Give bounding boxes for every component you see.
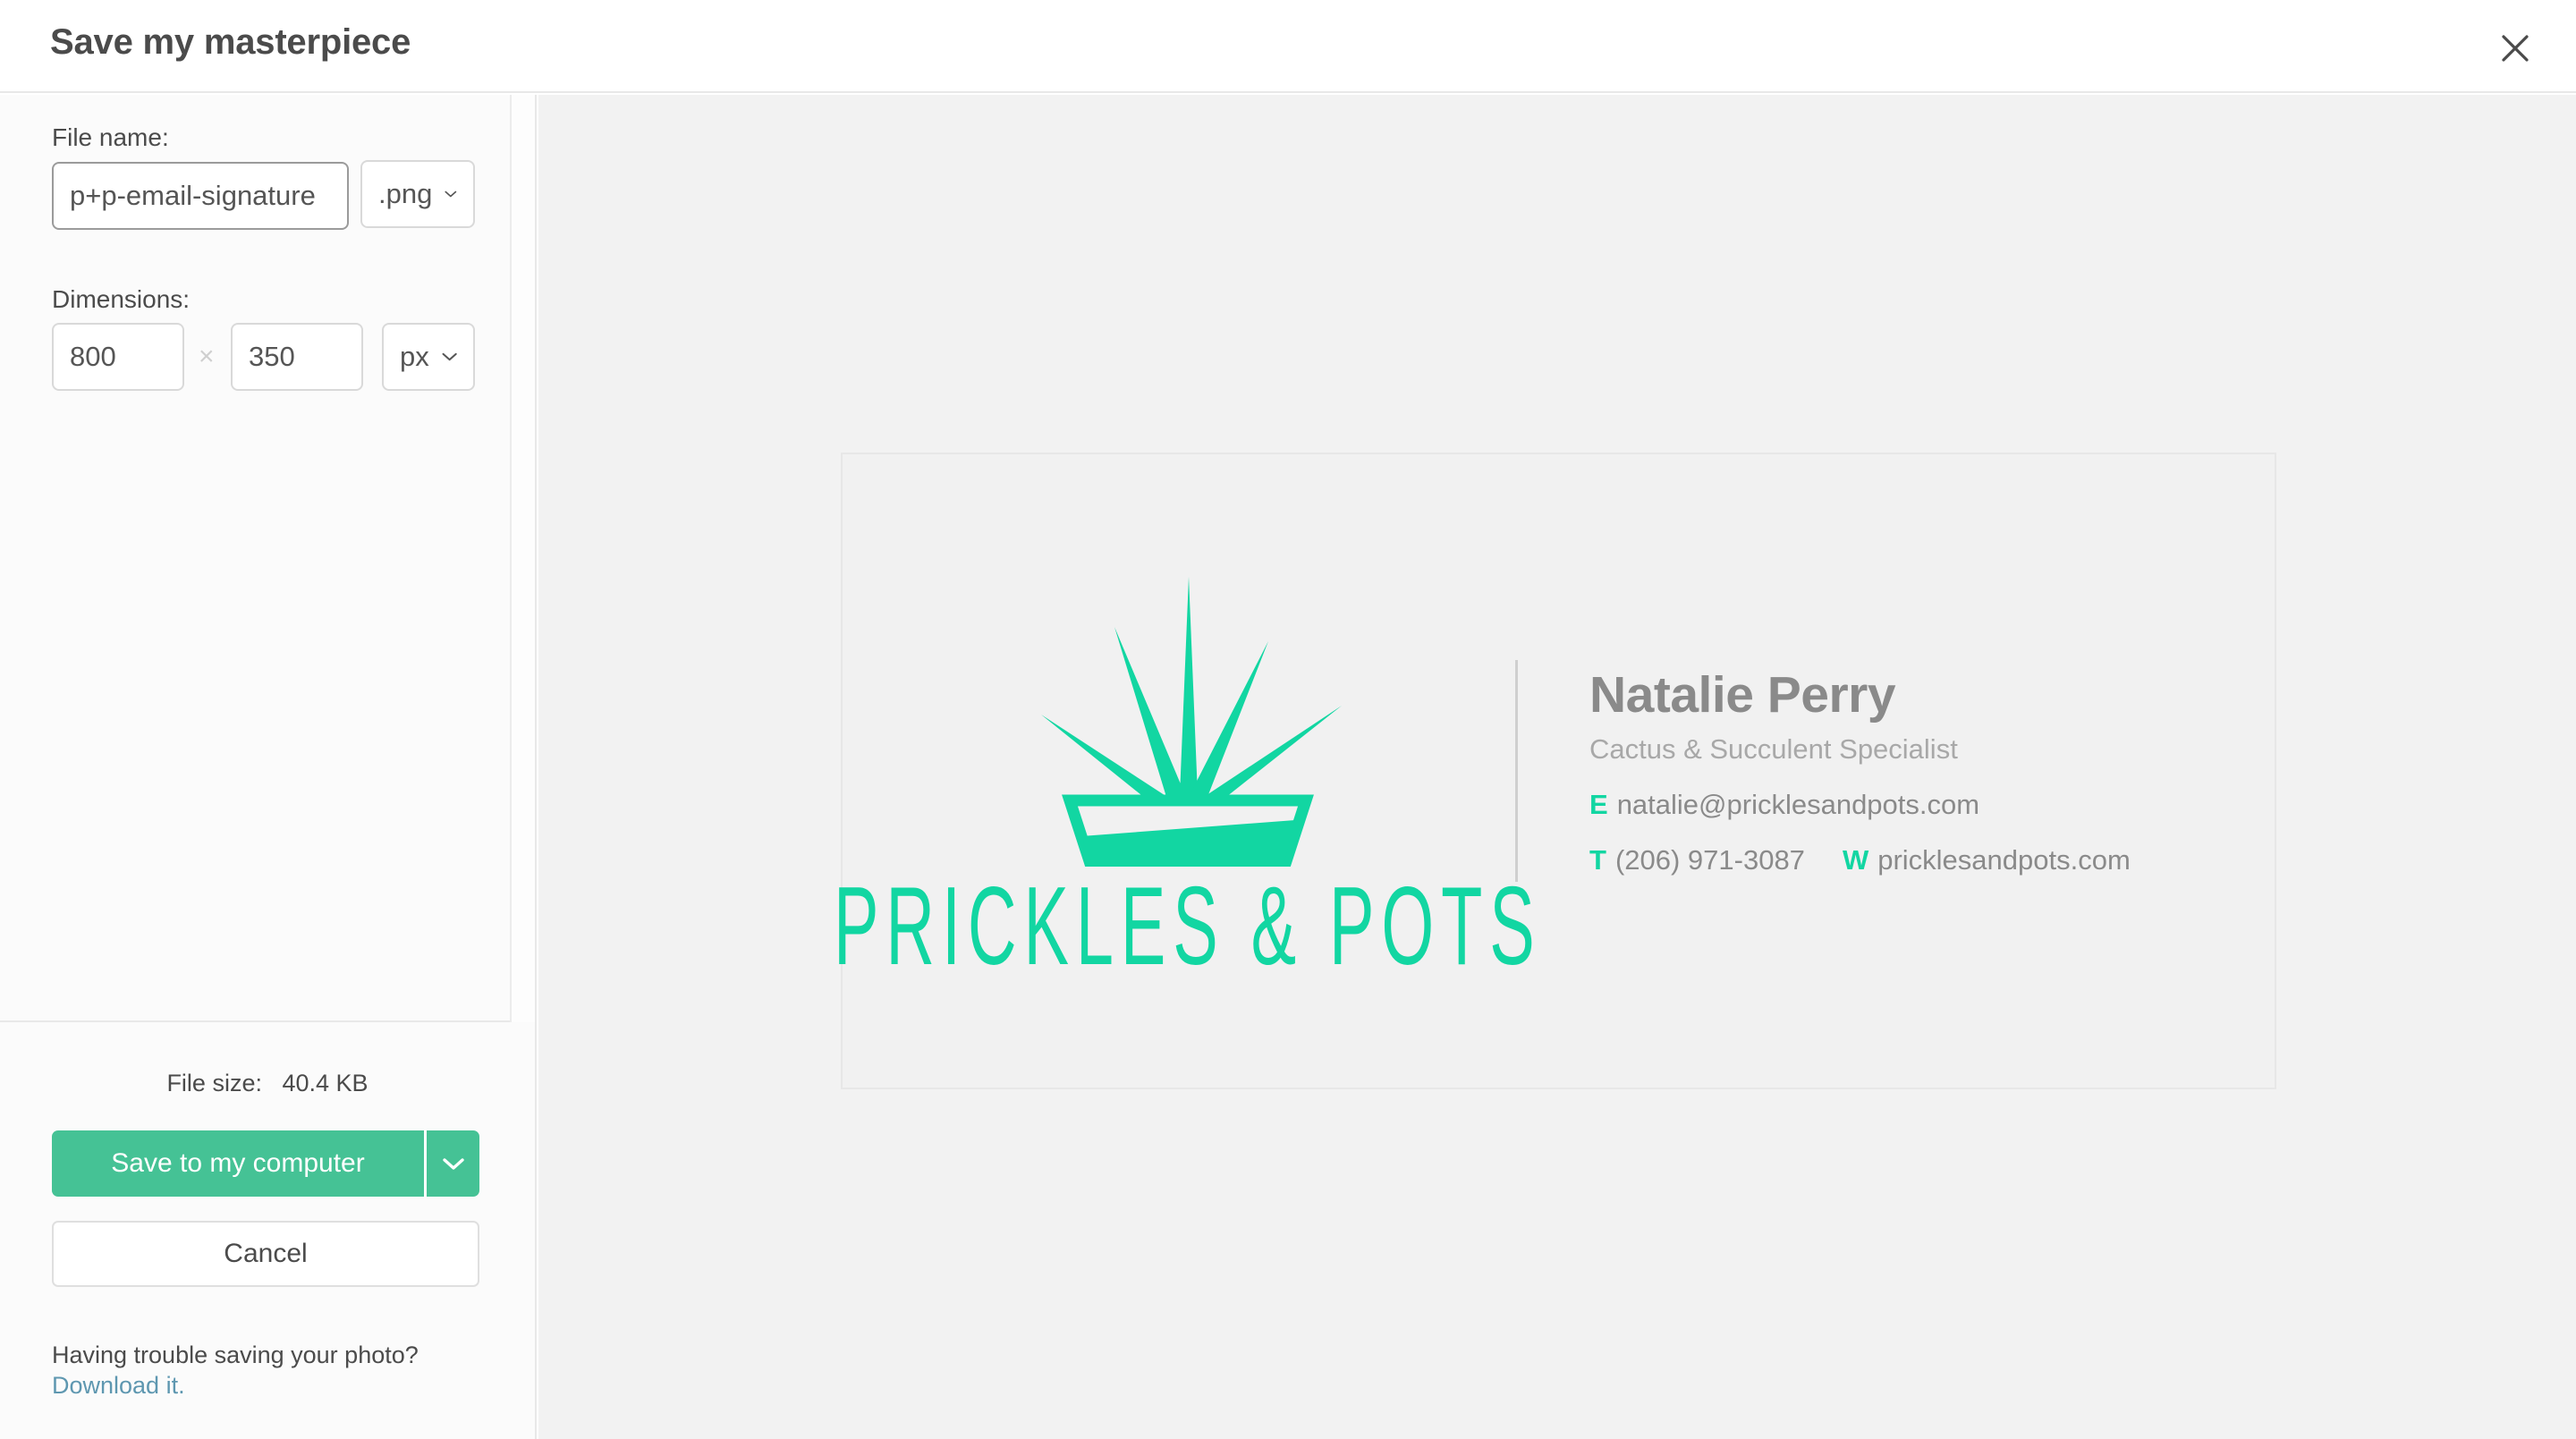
phone-key: T bbox=[1589, 844, 1606, 876]
dimensions-times-symbol: × bbox=[199, 342, 215, 371]
close-button[interactable] bbox=[2494, 27, 2537, 70]
contact-email-line: E natalie@pricklesandpots.com bbox=[1589, 789, 2216, 821]
height-input[interactable]: 350 bbox=[231, 323, 363, 391]
contact-details: Natalie Perry Cactus & Succulent Special… bbox=[1589, 665, 2216, 876]
file-size-label: File size: bbox=[166, 1070, 262, 1096]
save-actions-footer: File size: 40.4 KB Save to my computer C… bbox=[0, 1024, 535, 1439]
chevron-down-icon bbox=[442, 352, 457, 361]
save-options-dropdown-button[interactable] bbox=[424, 1130, 479, 1197]
preview-stage: PRICKLES & POTS Natalie Perry Cactus & S… bbox=[538, 95, 2576, 1439]
brand-logo: PRICKLES & POTS bbox=[834, 571, 1535, 988]
email-value: natalie@pricklesandpots.com bbox=[1616, 789, 1980, 820]
options-scroll-area: File name: p+p-email-signature .png Dime… bbox=[0, 95, 535, 1022]
file-size-value: 40.4 KB bbox=[282, 1070, 369, 1096]
trouble-saving-text: Having trouble saving your photo? bbox=[52, 1342, 419, 1368]
page-title: Save my masterpiece bbox=[50, 22, 411, 62]
contact-phone-web-line: T (206) 971-3087 W pricklesandpots.com bbox=[1589, 844, 2216, 876]
email-signature-artwork: PRICKLES & POTS Natalie Perry Cactus & S… bbox=[834, 454, 2275, 1088]
filename-input[interactable]: p+p-email-signature bbox=[52, 162, 349, 230]
web-key: W bbox=[1842, 844, 1869, 876]
save-to-computer-button[interactable]: Save to my computer bbox=[52, 1130, 424, 1197]
image-preview-card: PRICKLES & POTS Natalie Perry Cactus & S… bbox=[834, 453, 2276, 1089]
signature-divider bbox=[1515, 660, 1518, 882]
filename-label: File name: bbox=[52, 123, 169, 151]
web-value: pricklesandpots.com bbox=[1877, 844, 2131, 876]
download-link[interactable]: Download it. bbox=[52, 1372, 185, 1400]
panel-scrollbar[interactable] bbox=[510, 95, 535, 1022]
close-icon bbox=[2502, 35, 2529, 62]
chevron-down-icon bbox=[445, 190, 457, 198]
email-key: E bbox=[1589, 789, 1608, 820]
cactus-in-pot-icon bbox=[1041, 576, 1342, 867]
file-format-select[interactable]: .png bbox=[360, 160, 475, 228]
save-options-panel: File name: p+p-email-signature .png Dime… bbox=[0, 95, 537, 1439]
contact-name: Natalie Perry bbox=[1589, 666, 1896, 724]
brand-wordmark: PRICKLES & POTS bbox=[834, 863, 1542, 988]
panel-scrollbar-thumb[interactable] bbox=[515, 97, 533, 724]
unit-value: px bbox=[400, 341, 429, 372]
file-format-value: .png bbox=[378, 178, 433, 209]
width-input[interactable]: 800 bbox=[52, 323, 184, 391]
file-size-status: File size: 40.4 KB bbox=[0, 1070, 535, 1097]
chevron-down-icon bbox=[442, 1158, 464, 1170]
save-button-group: Save to my computer bbox=[52, 1130, 479, 1197]
unit-select[interactable]: px bbox=[382, 323, 475, 391]
dialog-titlebar: Save my masterpiece bbox=[0, 0, 2576, 93]
dimensions-label: Dimensions: bbox=[52, 285, 191, 313]
cancel-button[interactable]: Cancel bbox=[52, 1221, 479, 1287]
phone-value: (206) 971-3087 bbox=[1614, 844, 1805, 876]
contact-role: Cactus & Succulent Specialist bbox=[1589, 733, 1958, 765]
